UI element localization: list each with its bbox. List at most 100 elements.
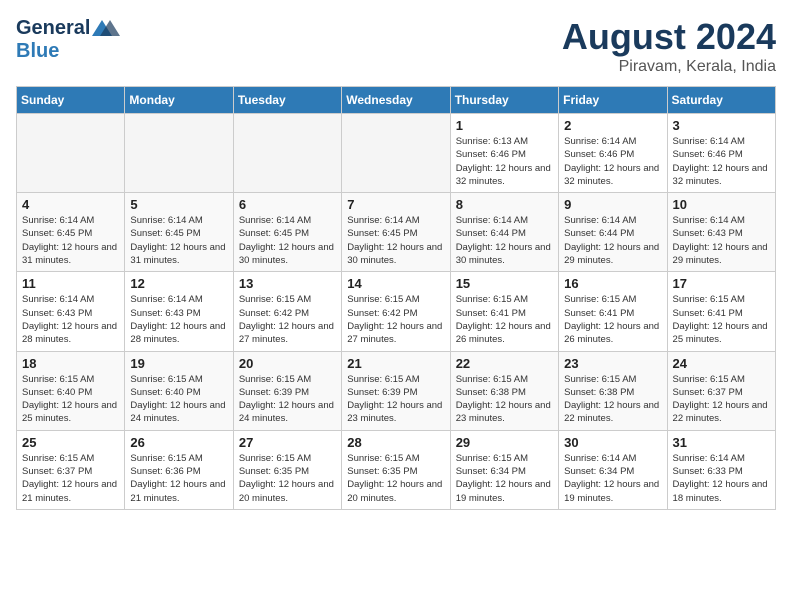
day-number: 22 — [456, 356, 553, 371]
day-number: 3 — [673, 118, 770, 133]
calendar-cell — [125, 114, 233, 193]
day-info: Sunrise: 6:15 AMSunset: 6:41 PMDaylight:… — [673, 293, 770, 346]
logo-icon — [92, 16, 120, 40]
calendar-week-2: 4 Sunrise: 6:14 AMSunset: 6:45 PMDaylight… — [17, 193, 776, 272]
col-header-friday: Friday — [559, 87, 667, 114]
calendar-header-row: SundayMondayTuesdayWednesdayThursdayFrid… — [17, 87, 776, 114]
col-header-thursday: Thursday — [450, 87, 558, 114]
day-info: Sunrise: 6:15 AMSunset: 6:35 PMDaylight:… — [239, 452, 336, 505]
calendar-week-5: 25Sunrise: 6:15 AMSunset: 6:37 PMDayligh… — [17, 430, 776, 509]
calendar-cell: 28Sunrise: 6:15 AMSunset: 6:35 PMDayligh… — [342, 430, 450, 509]
calendar-cell: 14Sunrise: 6:15 AMSunset: 6:42 PMDayligh… — [342, 272, 450, 351]
calendar-cell: 22 Sunrise: 6:15 AMSunset: 6:38 PMDayligh… — [450, 351, 558, 430]
title-block: August 2024 Piravam, Kerala, India — [562, 16, 776, 76]
calendar-cell: 24 Sunrise: 6:15 AMSunset: 6:37 PMDayligh… — [667, 351, 775, 430]
day-info: Sunrise: 6:14 AMSunset: 6:33 PMDaylight:… — [673, 452, 770, 505]
calendar-week-4: 18 Sunrise: 6:15 AMSunset: 6:40 PMDayligh… — [17, 351, 776, 430]
day-info: Sunrise: 6:15 AMSunset: 6:37 PMDaylight:… — [673, 373, 770, 426]
day-number: 16 — [564, 276, 661, 291]
day-number: 17 — [673, 276, 770, 291]
day-info: Sunrise: 6:15 AMSunset: 6:39 PMDaylight:… — [239, 373, 336, 426]
day-info: Sunrise: 6:15 AMSunset: 6:40 PMDaylight:… — [22, 373, 119, 426]
day-info: Sunrise: 6:14 AMSunset: 6:44 PMDaylight:… — [564, 214, 661, 267]
day-number: 6 — [239, 197, 336, 212]
calendar-cell: 27 Sunrise: 6:15 AMSunset: 6:35 PMDayligh… — [233, 430, 341, 509]
day-number: 15 — [456, 276, 553, 291]
day-info: Sunrise: 6:15 AMSunset: 6:36 PMDaylight:… — [130, 452, 227, 505]
day-info: Sunrise: 6:15 AMSunset: 6:38 PMDaylight:… — [456, 373, 553, 426]
calendar-cell — [233, 114, 341, 193]
day-info: Sunrise: 6:15 AMSunset: 6:39 PMDaylight:… — [347, 373, 444, 426]
col-header-saturday: Saturday — [667, 87, 775, 114]
day-number: 14 — [347, 276, 444, 291]
day-info: Sunrise: 6:15 AMSunset: 6:34 PMDaylight:… — [456, 452, 553, 505]
day-number: 21 — [347, 356, 444, 371]
col-header-wednesday: Wednesday — [342, 87, 450, 114]
day-number: 24 — [673, 356, 770, 371]
calendar-cell: 25Sunrise: 6:15 AMSunset: 6:37 PMDayligh… — [17, 430, 125, 509]
day-info: Sunrise: 6:14 AMSunset: 6:45 PMDaylight:… — [22, 214, 119, 267]
day-number: 30 — [564, 435, 661, 450]
calendar-cell: 8 Sunrise: 6:14 AMSunset: 6:44 PMDaylight… — [450, 193, 558, 272]
day-info: Sunrise: 6:14 AMSunset: 6:43 PMDaylight:… — [130, 293, 227, 346]
calendar-cell: 10Sunrise: 6:14 AMSunset: 6:43 PMDayligh… — [667, 193, 775, 272]
day-number: 9 — [564, 197, 661, 212]
day-number: 23 — [564, 356, 661, 371]
col-header-monday: Monday — [125, 87, 233, 114]
calendar-cell: 30 Sunrise: 6:14 AMSunset: 6:34 PMDayligh… — [559, 430, 667, 509]
day-number: 31 — [673, 435, 770, 450]
calendar-cell: 11 Sunrise: 6:14 AMSunset: 6:43 PMDayligh… — [17, 272, 125, 351]
day-info: Sunrise: 6:15 AMSunset: 6:41 PMDaylight:… — [564, 293, 661, 346]
calendar-cell: 31 Sunrise: 6:14 AMSunset: 6:33 PMDayligh… — [667, 430, 775, 509]
calendar-week-3: 11 Sunrise: 6:14 AMSunset: 6:43 PMDayligh… — [17, 272, 776, 351]
calendar-cell: 3Sunrise: 6:14 AMSunset: 6:46 PMDaylight… — [667, 114, 775, 193]
day-number: 7 — [347, 197, 444, 212]
calendar-cell: 23 Sunrise: 6:15 AMSunset: 6:38 PMDayligh… — [559, 351, 667, 430]
day-info: Sunrise: 6:15 AMSunset: 6:38 PMDaylight:… — [564, 373, 661, 426]
calendar-cell: 7Sunrise: 6:14 AMSunset: 6:45 PMDaylight… — [342, 193, 450, 272]
calendar-cell: 17 Sunrise: 6:15 AMSunset: 6:41 PMDayligh… — [667, 272, 775, 351]
logo: General Blue — [16, 16, 120, 63]
day-number: 13 — [239, 276, 336, 291]
page-header: General Blue August 2024 Piravam, Kerala… — [16, 16, 776, 76]
month-title: August 2024 — [562, 16, 776, 58]
day-number: 27 — [239, 435, 336, 450]
day-number: 5 — [130, 197, 227, 212]
calendar-table: SundayMondayTuesdayWednesdayThursdayFrid… — [16, 86, 776, 510]
day-number: 12 — [130, 276, 227, 291]
day-number: 20 — [239, 356, 336, 371]
day-number: 19 — [130, 356, 227, 371]
logo-blue-text: Blue — [16, 40, 59, 62]
day-info: Sunrise: 6:14 AMSunset: 6:45 PMDaylight:… — [130, 214, 227, 267]
day-number: 4 — [22, 197, 119, 212]
calendar-cell: 18 Sunrise: 6:15 AMSunset: 6:40 PMDayligh… — [17, 351, 125, 430]
calendar-cell: 5 Sunrise: 6:14 AMSunset: 6:45 PMDaylight… — [125, 193, 233, 272]
calendar-cell: 26Sunrise: 6:15 AMSunset: 6:36 PMDayligh… — [125, 430, 233, 509]
calendar-cell — [17, 114, 125, 193]
calendar-cell: 2Sunrise: 6:14 AMSunset: 6:46 PMDaylight… — [559, 114, 667, 193]
day-info: Sunrise: 6:14 AMSunset: 6:34 PMDaylight:… — [564, 452, 661, 505]
calendar-cell: 13 Sunrise: 6:15 AMSunset: 6:42 PMDayligh… — [233, 272, 341, 351]
day-info: Sunrise: 6:14 AMSunset: 6:43 PMDaylight:… — [22, 293, 119, 346]
calendar-cell: 9 Sunrise: 6:14 AMSunset: 6:44 PMDaylight… — [559, 193, 667, 272]
day-number: 2 — [564, 118, 661, 133]
day-info: Sunrise: 6:15 AMSunset: 6:41 PMDaylight:… — [456, 293, 553, 346]
calendar-cell: 19Sunrise: 6:15 AMSunset: 6:40 PMDayligh… — [125, 351, 233, 430]
day-number: 11 — [22, 276, 119, 291]
calendar-cell — [342, 114, 450, 193]
day-number: 18 — [22, 356, 119, 371]
location: Piravam, Kerala, India — [562, 58, 776, 76]
day-number: 1 — [456, 118, 553, 133]
calendar-cell: 29Sunrise: 6:15 AMSunset: 6:34 PMDayligh… — [450, 430, 558, 509]
day-number: 8 — [456, 197, 553, 212]
day-info: Sunrise: 6:14 AMSunset: 6:44 PMDaylight:… — [456, 214, 553, 267]
calendar-cell: 20 Sunrise: 6:15 AMSunset: 6:39 PMDayligh… — [233, 351, 341, 430]
logo-general: General — [16, 17, 90, 40]
day-info: Sunrise: 6:14 AMSunset: 6:43 PMDaylight:… — [673, 214, 770, 267]
calendar-cell: 12 Sunrise: 6:14 AMSunset: 6:43 PMDayligh… — [125, 272, 233, 351]
col-header-tuesday: Tuesday — [233, 87, 341, 114]
day-info: Sunrise: 6:15 AMSunset: 6:42 PMDaylight:… — [239, 293, 336, 346]
calendar-week-1: 1 Sunrise: 6:13 AMSunset: 6:46 PMDaylight… — [17, 114, 776, 193]
day-info: Sunrise: 6:13 AMSunset: 6:46 PMDaylight:… — [456, 135, 553, 188]
calendar-cell: 21 Sunrise: 6:15 AMSunset: 6:39 PMDayligh… — [342, 351, 450, 430]
